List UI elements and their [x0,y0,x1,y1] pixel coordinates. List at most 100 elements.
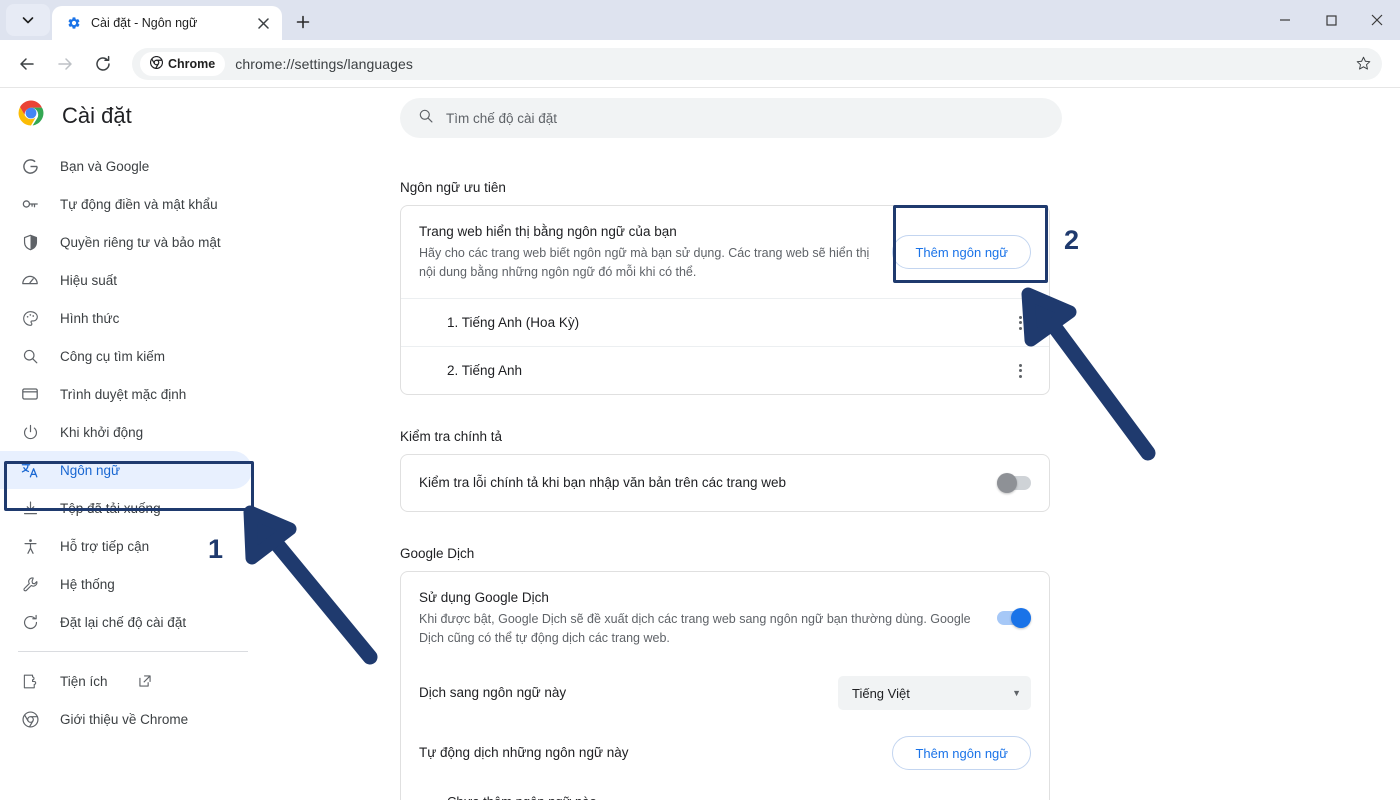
language-label: 2. Tiếng Anh [447,363,523,378]
preferred-languages-title: Trang web hiển thị bằng ngôn ngữ của bạn [419,224,677,239]
chrome-icon [149,55,164,72]
target-language-label: Dịch sang ngôn ngữ này [419,685,567,700]
sidebar-item-label: Hệ thống [60,576,115,592]
sidebar-item-on-startup[interactable]: Khi khởi động [0,413,252,451]
accessibility-icon [20,536,40,556]
preferred-languages-desc: Hãy cho các trang web biết ngôn ngữ mà b… [419,246,870,279]
reload-icon [96,55,110,71]
search-settings-wrap: Tìm chế độ cài đặt [270,88,1400,138]
external-link-icon[interactable] [138,674,153,689]
sidebar-item-extensions[interactable]: Tiện ích [0,662,252,700]
sidebar-item-autofill-passwords[interactable]: Tự động điền và mật khẩu [0,185,252,223]
sidebar-item-you-and-google[interactable]: Bạn và Google [0,147,252,185]
sidebar-item-label: Ngôn ngữ [60,462,121,478]
language-list-item[interactable]: 2. Tiếng Anh [401,346,1049,394]
target-language-row: Dịch sang ngôn ngữ này Tiếng Việt ▼ [401,664,1049,722]
add-language-button[interactable]: Thêm ngôn ngữ [892,235,1031,269]
spellcheck-title: Kiểm tra lỗi chính tả khi bạn nhập văn b… [419,475,786,490]
search-placeholder: Tìm chế độ cài đặt [446,110,558,126]
sidebar-item-default-browser[interactable]: Trình duyệt mặc định [0,375,252,413]
search-input[interactable]: Tìm chế độ cài đặt [400,98,1062,138]
use-translate-toggle[interactable] [997,608,1031,628]
sidebar-item-label: Giới thiệu về Chrome [60,711,189,727]
language-label: 1. Tiếng Anh (Hoa Kỳ) [447,315,580,330]
back-button[interactable] [10,47,44,81]
address-bar-url: chrome://settings/languages [235,55,414,72]
preferred-languages-header-row: Trang web hiển thị bằng ngôn ngữ của bạn… [401,206,1049,298]
section-title-google-translate: Google Dịch [400,546,475,561]
spellcheck-toggle[interactable] [997,473,1031,493]
sidebar-item-reset-settings[interactable]: Đặt lại chế độ cài đặt [0,603,252,641]
search-icon [20,346,40,366]
sidebar-nav: Bạn và Google Tự động điền và mật khẩu Q… [0,147,270,738]
sidebar-item-label: Công cụ tìm kiếm [60,348,166,364]
chevron-down-icon [22,17,34,24]
window-controls [1262,0,1400,40]
sidebar-item-search-engine[interactable]: Công cụ tìm kiếm [0,337,252,375]
minimize-button[interactable] [1262,0,1308,40]
arrow-left-icon [20,57,34,70]
address-bar[interactable]: Chrome chrome://settings/languages [132,47,1382,80]
power-icon [20,422,40,442]
browser-window: Cài đặt - Ngôn ngữ Chrome chrome://setti… [0,0,1400,800]
sidebar-item-appearance[interactable]: Hình thức [0,299,252,337]
wrench-icon [20,574,40,594]
more-options-icon[interactable] [1009,360,1031,382]
settings-sidebar: Cài đặt Bạn và Google Tự động điền và mậ… [0,88,270,800]
new-tab-button[interactable] [288,7,318,37]
more-options-icon[interactable] [1009,312,1031,334]
google-g-icon [20,156,40,176]
sidebar-item-label: Bạn và Google [60,158,150,174]
maximize-icon [1325,14,1337,26]
section-title-spellcheck: Kiểm tra chính tả [400,429,503,444]
chrome-chip-label: Chrome [168,56,216,71]
close-button[interactable] [1354,0,1400,40]
sidebar-item-system[interactable]: Hệ thống [0,565,252,603]
use-translate-row: Sử dụng Google Dịch Khi được bật, Google… [401,572,1049,664]
annotation-step-2: 2 [1064,225,1080,255]
tab-strip: Cài đặt - Ngôn ngữ [0,0,1400,40]
gear-icon [66,15,82,31]
settings-main: Tìm chế độ cài đặt Ngôn ngữ ưu tiên Tran… [270,88,1400,800]
download-icon [20,498,40,518]
sidebar-item-label: Hiệu suất [60,272,118,288]
page-title: Cài đặt [62,102,132,128]
sidebar-item-label: Khi khởi động [60,424,144,440]
reload-button[interactable] [86,47,120,81]
maximize-button[interactable] [1308,0,1354,40]
auto-translate-empty-note: Chưa thêm ngôn ngữ nào [401,780,1049,800]
target-language-select[interactable]: Tiếng Việt ▼ [838,676,1031,710]
speedometer-icon [20,270,40,290]
sidebar-item-privacy-security[interactable]: Quyền riêng tư và bảo mật [0,223,252,261]
chrome-chip[interactable]: Chrome [140,51,226,76]
sidebar-item-downloads[interactable]: Tệp đã tải xuống [0,489,252,527]
use-translate-desc: Khi được bật, Google Dịch sẽ đề xuất dịc… [419,612,971,645]
arrow-right-icon [58,57,72,70]
tab-title: Cài đặt - Ngôn ngữ [91,16,198,30]
forward-button[interactable] [48,47,82,81]
use-translate-title: Sử dụng Google Dịch [419,590,549,605]
auto-translate-label: Tự động dịch những ngôn ngữ này [419,745,629,760]
search-icon [418,108,434,129]
browser-tab[interactable]: Cài đặt - Ngôn ngữ [52,6,282,40]
chevron-down-icon: ▼ [1012,688,1021,698]
window-icon [20,384,40,404]
close-icon[interactable] [254,14,272,32]
section-title-preferred-languages: Ngôn ngữ ưu tiên [400,180,506,195]
browser-toolbar: Chrome chrome://settings/languages [0,40,1400,88]
sidebar-item-languages[interactable]: Ngôn ngữ [0,451,252,489]
sidebar-item-about-chrome[interactable]: Giới thiệu về Chrome [0,700,252,738]
sidebar-item-label: Hỗ trợ tiếp cận [60,538,150,554]
spellcheck-card: Kiểm tra lỗi chính tả khi bạn nhập văn b… [400,454,1050,512]
sidebar-divider [18,651,248,652]
preferred-languages-card: Trang web hiển thị bằng ngôn ngữ của bạn… [400,205,1050,395]
language-list-item[interactable]: 1. Tiếng Anh (Hoa Kỳ) [401,298,1049,346]
shield-icon [20,232,40,252]
bookmark-star-icon[interactable] [1350,51,1376,77]
sidebar-item-performance[interactable]: Hiệu suất [0,261,252,299]
auto-translate-add-language-button[interactable]: Thêm ngôn ngữ [892,736,1031,770]
tab-search-button[interactable] [6,4,50,36]
chrome-logo-icon [18,100,44,131]
chrome-icon [20,709,40,729]
spellcheck-row: Kiểm tra lỗi chính tả khi bạn nhập văn b… [401,455,1049,511]
